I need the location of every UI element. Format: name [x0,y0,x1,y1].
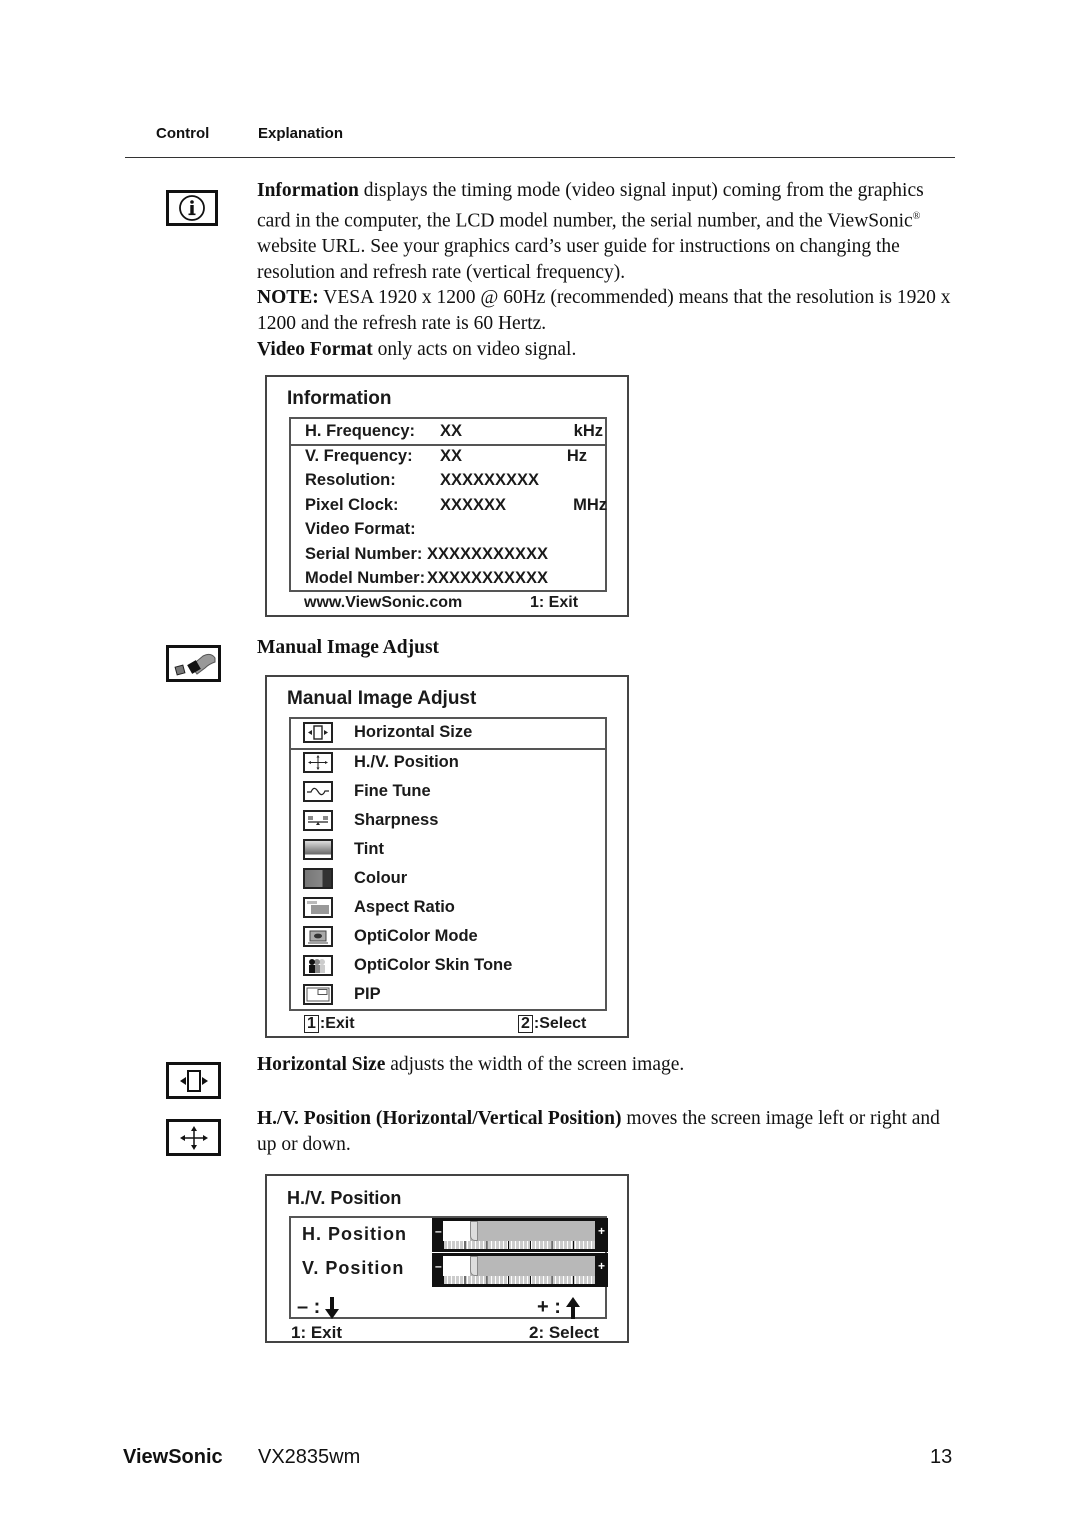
info-row-serial-number: Serial Number: XXXXXXXXXXX [305,544,549,563]
hv-position-icon [303,752,333,773]
hv-position-description: H./V. Position (Horizontal/Vertical Posi… [257,1108,940,1155]
v-position-label: V. Position [302,1258,405,1278]
info-row-resolution: Resolution: XXXXXXXXX [305,471,540,490]
opticolor-mode-icon [303,926,333,947]
v-position-slider[interactable]: – + [432,1253,608,1287]
menu-item-opticolor-skin-tone[interactable]: OptiColor Skin Tone [291,952,605,981]
pip-icon [303,984,333,1005]
arrow-up-icon [565,1296,580,1319]
menu-item-sharpness[interactable]: Sharpness [291,807,605,836]
slider-thumb[interactable] [470,1256,479,1276]
header-divider [125,157,955,158]
tint-icon [303,839,333,860]
h-position-label: H. Position [302,1224,407,1244]
menu-item-fine-tune[interactable]: Fine Tune [291,778,605,807]
decrease-hint: – : [297,1296,340,1319]
info-row-model-number: Model Number: XXXXXXXXXXX [305,569,549,588]
slider-thumb[interactable] [470,1221,479,1241]
minus-icon: – [435,1224,442,1238]
colour-icon [303,868,333,889]
exit-hint: 1:Exit [304,1015,355,1033]
manual-image-adjust-osd: Manual Image Adjust Horizontal Size H./V… [265,675,629,1038]
exit-hint: 1: Exit [530,594,579,611]
menu-item-tint[interactable]: Tint [291,836,605,865]
mia-menu-list: Horizontal Size H./V. Position Fine Tune… [289,717,607,1011]
column-header-control: Control [156,125,210,142]
select-hint: 2: Select [529,1323,599,1342]
menu-item-opticolor-mode[interactable]: OptiColor Mode [291,923,605,952]
exit-hint: 1: Exit [291,1323,343,1342]
information-term: Information [257,180,359,201]
information-osd: Information H. Frequency: XX kHz V. Freq… [265,375,629,617]
slider-scale [443,1241,595,1249]
footer-model: VX2835wm [258,1446,361,1468]
select-hint: 2:Select [518,1015,586,1033]
info-row-video-format: Video Format: [305,520,416,539]
menu-item-hv-position[interactable]: H./V. Position [291,749,605,778]
menu-item-pip[interactable]: PIP [291,981,605,1010]
horizontal-size-icon [303,722,333,743]
page-number: 13 [930,1446,953,1468]
fine-tune-icon [303,781,333,802]
note-label: NOTE: [257,287,319,309]
hv-position-osd: H./V. Position H. Position – + V. Positi… [265,1174,629,1343]
hv-position-panel: H. Position – + V. Position – + – : + : [289,1216,608,1319]
opticolor-skin-tone-icon [303,955,333,976]
menu-item-colour[interactable]: Colour [291,865,605,894]
menu-item-horizontal-size[interactable]: Horizontal Size [291,719,605,750]
column-header-explanation: Explanation [258,125,344,142]
slider-track [443,1256,595,1276]
slider-track [443,1221,595,1241]
slider-fill [443,1221,471,1241]
hv-position-icon [166,1119,221,1156]
minus-icon: – [435,1259,442,1273]
plus-icon: + [597,1224,605,1238]
osd-title: H./V. Position [287,1188,402,1208]
info-row-v-frequency: V. Frequency: XX Hz [305,446,587,465]
footer-brand: ViewSonic [123,1446,223,1468]
plus-icon: + [597,1259,605,1273]
slider-fill [443,1256,471,1276]
arrow-down-icon [325,1296,340,1319]
aspect-ratio-icon [303,897,333,918]
manual-image-adjust-heading: Manual Image Adjust [257,637,440,658]
info-row-h-frequency[interactable]: H. Frequency: XX kHz [291,419,605,446]
horizontal-size-description: Horizontal Size adjusts the width of the… [257,1054,685,1075]
info-icon [166,190,218,226]
osd-title: Manual Image Adjust [287,688,477,709]
wrench-icon [166,645,221,682]
menu-item-aspect-ratio[interactable]: Aspect Ratio [291,894,605,923]
increase-hint: + : [537,1296,581,1319]
info-row-pixel-clock: Pixel Clock: XXXXXX MHz [305,495,607,514]
video-format-term: Video Format [257,338,373,360]
sharpness-icon [303,810,333,831]
h-position-slider[interactable]: – + [432,1218,608,1252]
website-url: www.ViewSonic.com [304,594,463,611]
horizontal-size-icon [166,1062,221,1099]
osd-title: Information [287,388,392,409]
slider-scale [443,1276,595,1284]
information-list: H. Frequency: XX kHz V. Frequency: XX Hz… [289,417,607,592]
information-description: Information displays the timing mode (vi… [257,180,951,360]
